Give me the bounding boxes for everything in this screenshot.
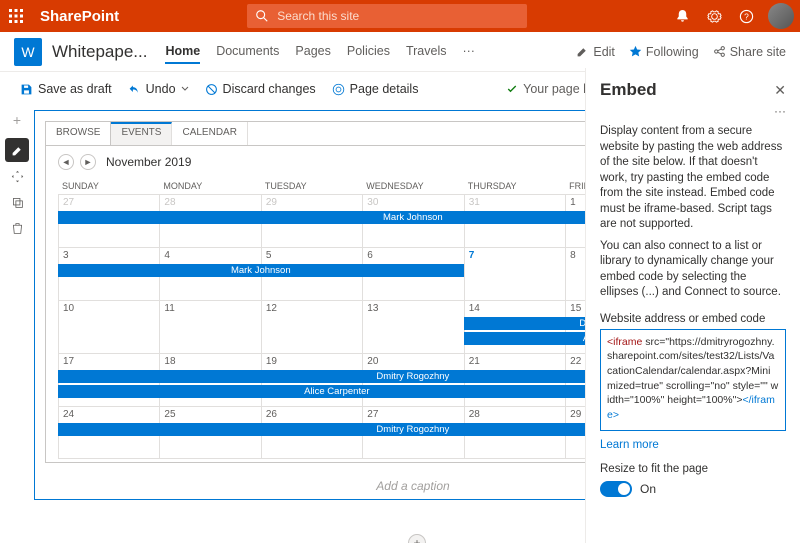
- tab-calendar[interactable]: CALENDAR: [172, 122, 247, 145]
- calendar-event[interactable]: Alice Carpenter: [58, 385, 616, 398]
- day-cell[interactable]: 12: [261, 301, 362, 353]
- nav-policies[interactable]: Policies: [347, 40, 390, 64]
- day-cell[interactable]: 13: [362, 301, 463, 353]
- day-header: MONDAY: [159, 178, 260, 194]
- suite-title[interactable]: SharePoint: [32, 8, 127, 25]
- user-avatar[interactable]: [768, 3, 794, 29]
- save-draft-button[interactable]: Save as draft: [14, 78, 118, 100]
- panel-desc-1: Display content from a secure website by…: [600, 124, 786, 233]
- embed-field-label: Website address or embed code: [600, 313, 786, 325]
- site-name[interactable]: Whitepape...: [52, 42, 147, 62]
- day-header: TUESDAY: [261, 178, 362, 194]
- tab-events[interactable]: EVENTS: [111, 122, 172, 145]
- close-panel-icon[interactable]: ✕: [774, 82, 786, 99]
- app-launcher-icon[interactable]: [0, 0, 32, 32]
- tab-browse[interactable]: BROWSE: [46, 122, 111, 145]
- nav-documents[interactable]: Documents: [216, 40, 279, 64]
- suite-bar: SharePoint Search this site ?: [0, 0, 800, 32]
- webpart-toolbar: +: [0, 106, 34, 543]
- learn-more-link[interactable]: Learn more: [600, 439, 786, 451]
- calendar-event[interactable]: Mark Johnson: [58, 264, 464, 277]
- edit-webpart-icon[interactable]: [5, 138, 29, 162]
- share-site-button[interactable]: Share site: [713, 45, 786, 59]
- day-header: WEDNESDAY: [362, 178, 463, 194]
- nav-more[interactable]: ···: [462, 40, 475, 64]
- panel-title: Embed: [600, 80, 657, 100]
- day-cell[interactable]: 7: [464, 248, 565, 300]
- following-button[interactable]: Following: [629, 45, 699, 59]
- site-header: W Whitepape... Home Documents Pages Poli…: [0, 32, 800, 72]
- notifications-icon[interactable]: [666, 0, 698, 32]
- search-input[interactable]: Search this site: [247, 4, 527, 28]
- property-panel: Embed ✕ ··· Display content from a secur…: [585, 68, 800, 543]
- discard-button[interactable]: Discard changes: [199, 78, 322, 100]
- nav-pages[interactable]: Pages: [295, 40, 330, 64]
- add-webpart-button[interactable]: +: [408, 534, 426, 543]
- help-icon[interactable]: ?: [730, 0, 762, 32]
- search-icon: [255, 9, 269, 23]
- day-cell[interactable]: 11: [159, 301, 260, 353]
- toggle-state: On: [640, 482, 656, 496]
- search-placeholder: Search this site: [277, 9, 359, 23]
- page-details-button[interactable]: Page details: [326, 78, 425, 100]
- resize-toggle[interactable]: [600, 481, 632, 497]
- delete-webpart-icon[interactable]: [5, 216, 29, 240]
- site-nav: Home Documents Pages Policies Travels ··…: [165, 40, 475, 64]
- day-header: SUNDAY: [58, 178, 159, 194]
- next-month-button[interactable]: ►: [80, 154, 96, 170]
- site-logo[interactable]: W: [14, 38, 42, 66]
- add-section-icon[interactable]: +: [13, 112, 21, 128]
- day-header: THURSDAY: [464, 178, 565, 194]
- duplicate-webpart-icon[interactable]: [5, 190, 29, 214]
- edit-nav-button[interactable]: Edit: [576, 45, 615, 59]
- undo-button[interactable]: Undo: [122, 78, 195, 100]
- day-cell[interactable]: 10: [58, 301, 159, 353]
- resize-label: Resize to fit the page: [600, 463, 786, 475]
- settings-icon[interactable]: [698, 0, 730, 32]
- prev-month-button[interactable]: ◄: [58, 154, 74, 170]
- nav-home[interactable]: Home: [165, 40, 200, 64]
- panel-more-icon[interactable]: ···: [600, 104, 786, 118]
- nav-travels[interactable]: Travels: [406, 40, 447, 64]
- move-webpart-icon[interactable]: [5, 164, 29, 188]
- embed-code-input[interactable]: <iframe src="https://dmitryrogozhny.shar…: [600, 329, 786, 431]
- svg-text:?: ?: [744, 11, 749, 21]
- month-label: November 2019: [106, 155, 191, 169]
- panel-desc-2: You can also connect to a list or librar…: [600, 239, 786, 301]
